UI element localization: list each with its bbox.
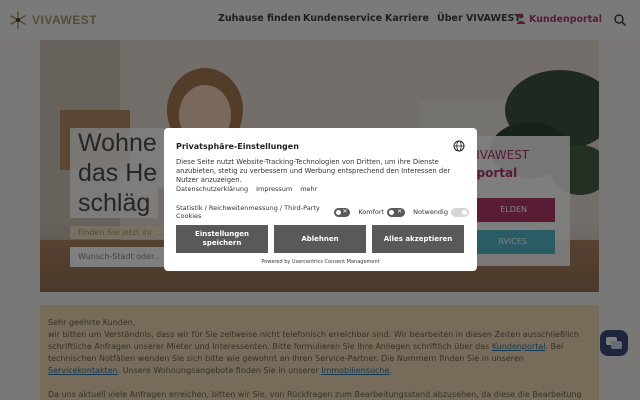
reject-button[interactable]: Ablehnen	[274, 225, 366, 253]
mehr-link[interactable]: mehr	[300, 185, 317, 193]
consent-title: Privatsphäre-Einstellungen	[176, 142, 299, 151]
toggle-komfort[interactable]: Komfort ✕	[358, 207, 406, 217]
save-settings-button[interactable]: Einstellungen speichern	[176, 225, 268, 253]
toggle-statistik[interactable]: Statistik / Reichweitenmessung / Third-P…	[176, 204, 351, 220]
accept-all-button[interactable]: Alles akzeptieren	[372, 225, 464, 253]
datenschutz-link[interactable]: Datenschutzerklärung	[176, 185, 248, 193]
statistik-switch[interactable]: ✕	[333, 207, 351, 217]
consent-buttons: Einstellungen speichern Ablehnen Alles a…	[176, 225, 464, 253]
notwendig-switch	[451, 207, 469, 217]
impressum-link[interactable]: Impressum	[256, 185, 292, 193]
consent-description: Diese Seite nutzt Website-Tracking-Techn…	[176, 158, 451, 184]
globe-icon[interactable]	[453, 140, 465, 152]
consent-footer: Powered by Usercentrics Consent Manageme…	[261, 259, 380, 265]
x-icon: ✕	[342, 207, 348, 215]
komfort-switch[interactable]: ✕	[387, 207, 406, 217]
consent-dialog: Privatsphäre-Einstellungen Diese Seite n…	[164, 128, 477, 271]
consent-links: Datenschutzerklärung Impressum mehr	[176, 185, 317, 193]
x-icon: ✕	[397, 207, 403, 215]
toggle-notwendig: Notwendig	[413, 207, 469, 217]
consent-toggles: Statistik / Reichweitenmessung / Third-P…	[176, 204, 477, 220]
